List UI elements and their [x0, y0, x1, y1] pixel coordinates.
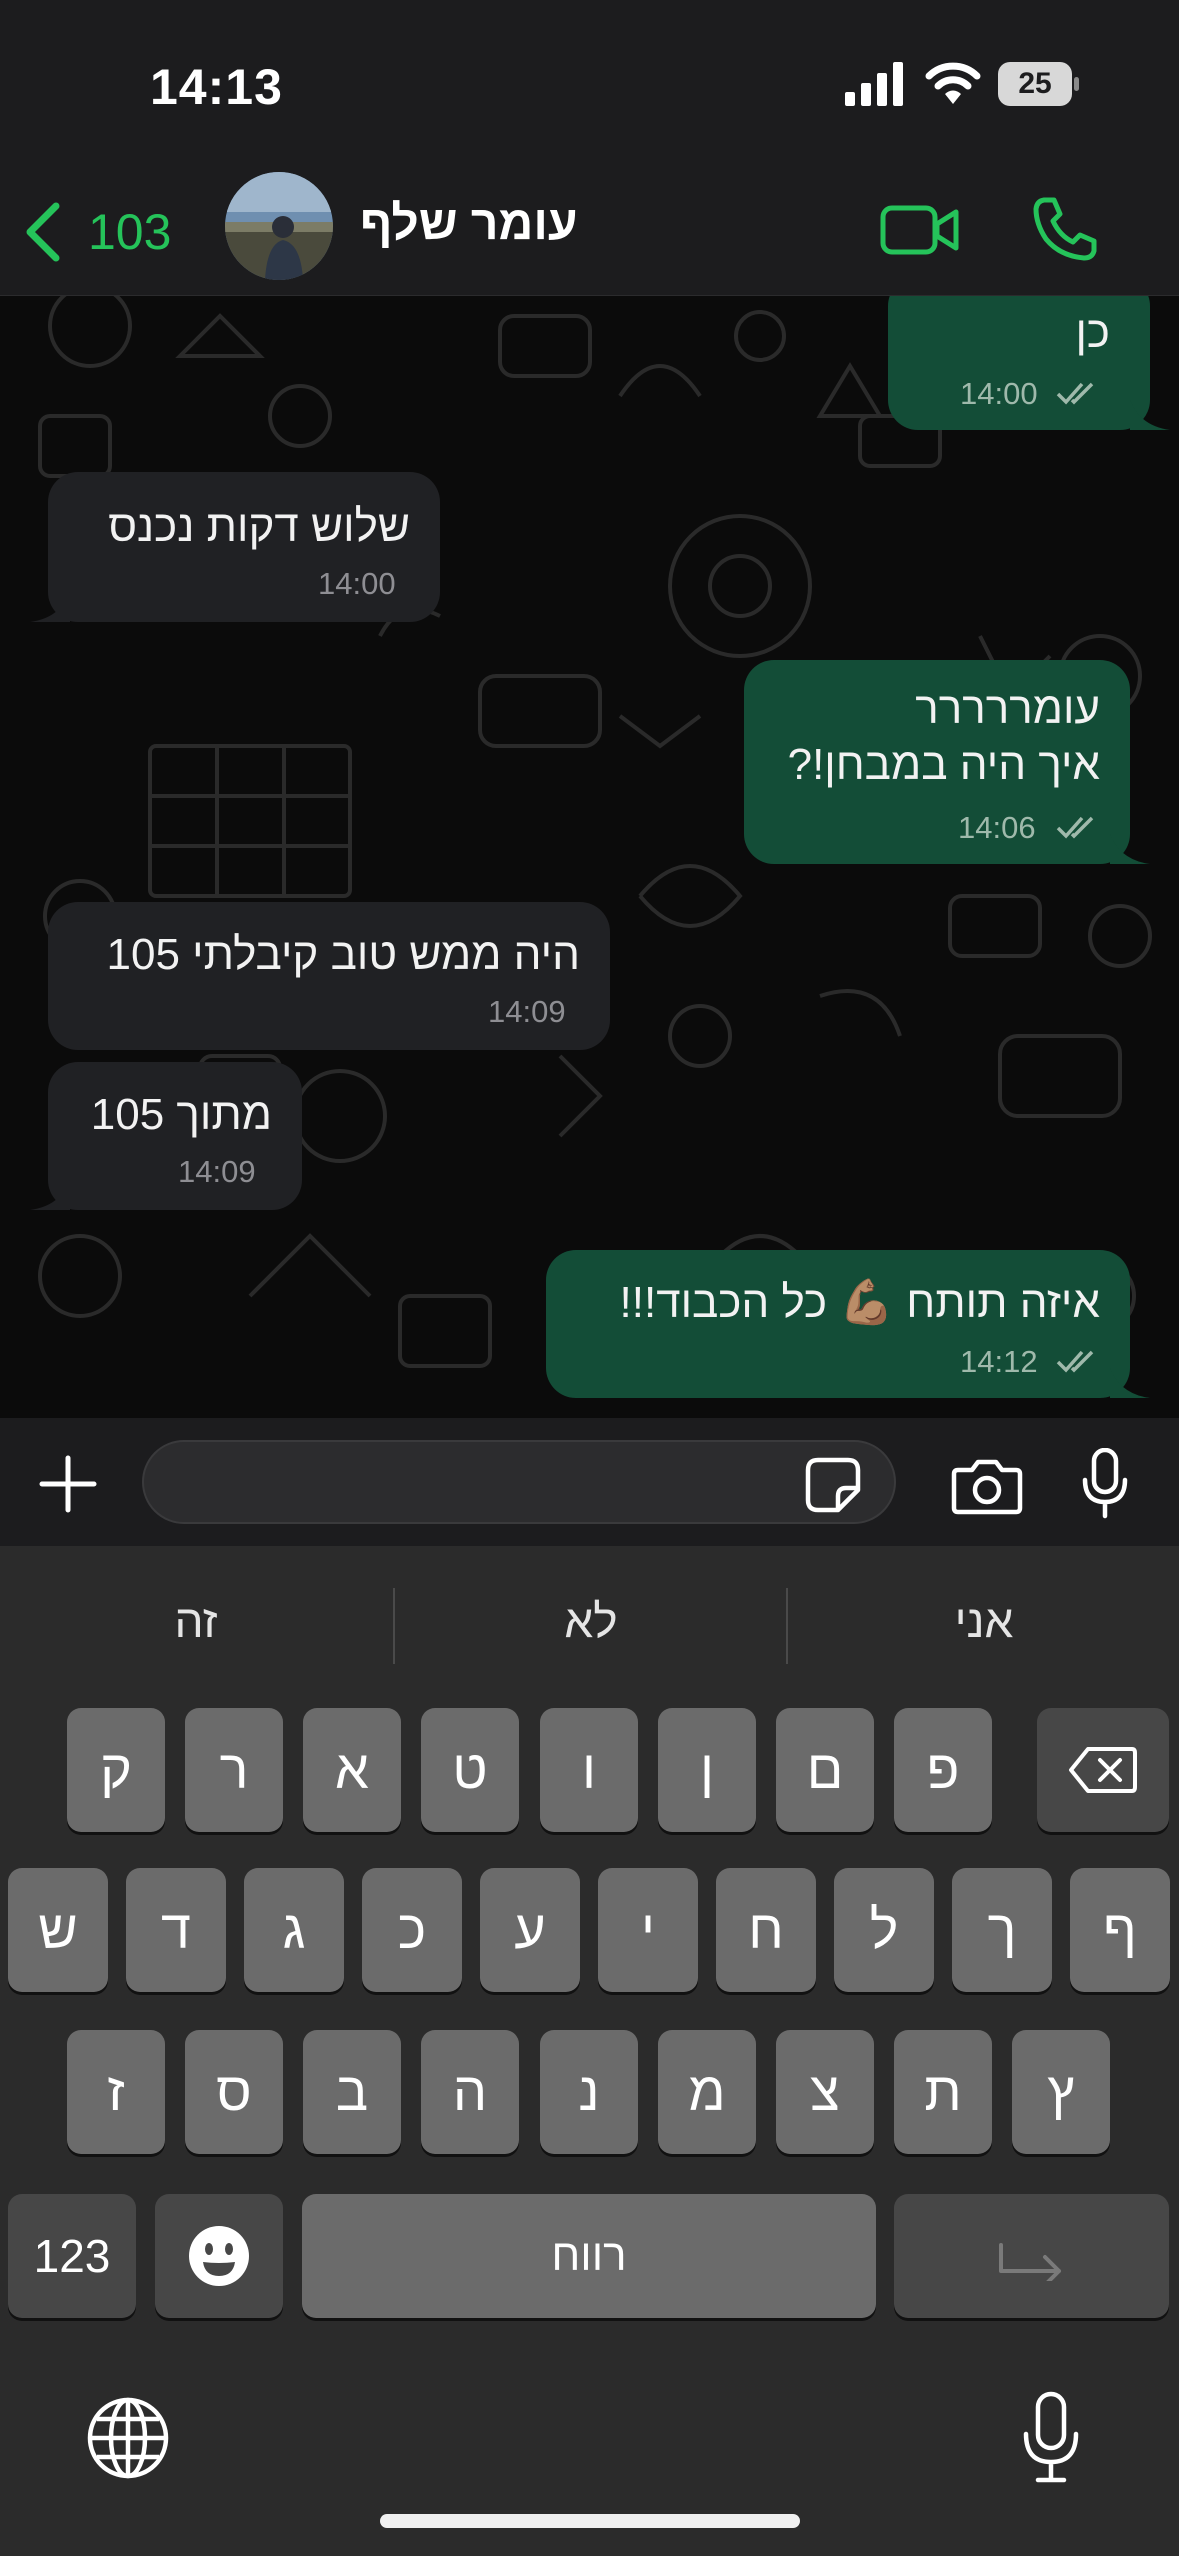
sticker-icon[interactable]	[804, 1456, 862, 1514]
key[interactable]: ד	[126, 1868, 226, 1992]
emoji-key[interactable]	[155, 2194, 283, 2318]
video-call-button[interactable]	[880, 200, 960, 260]
message-time: 14:09	[488, 994, 566, 1029]
key[interactable]: ו	[540, 1708, 638, 1832]
bubble-tail	[1130, 400, 1170, 430]
key[interactable]: צ	[776, 2030, 874, 2154]
key[interactable]: ב	[303, 2030, 401, 2154]
message-bubble-outgoing[interactable]: כן 14:00	[888, 296, 1150, 430]
key[interactable]: מ	[658, 2030, 756, 2154]
key[interactable]: ש	[8, 1868, 108, 1992]
numbers-key[interactable]: 123	[8, 2194, 136, 2318]
attach-plus-button[interactable]	[38, 1454, 98, 1514]
message-text-line-2: איך היה במבחן!?	[787, 740, 1100, 789]
battery-percent: 25	[1018, 67, 1052, 100]
message-time: 14:00	[318, 566, 396, 601]
key[interactable]: ן	[658, 1708, 756, 1832]
bubble-tail	[30, 1180, 70, 1210]
message-time: 14:06	[958, 810, 1036, 845]
key[interactable]: ך	[952, 1868, 1052, 1992]
message-time: 14:12	[960, 1344, 1038, 1379]
voice-message-button[interactable]	[1080, 1448, 1130, 1520]
key[interactable]: ל	[834, 1868, 934, 1992]
contact-name[interactable]: עומר שלף	[360, 196, 578, 251]
key[interactable]: ת	[894, 2030, 992, 2154]
camera-button[interactable]	[950, 1456, 1024, 1516]
message-bubble-incoming[interactable]: מתוך 105 14:09	[48, 1062, 302, 1210]
key[interactable]: י	[598, 1868, 698, 1992]
read-receipt-icon	[1056, 1350, 1094, 1373]
message-text-input[interactable]	[142, 1440, 896, 1524]
home-indicator[interactable]	[380, 2514, 800, 2528]
key[interactable]: ע	[480, 1868, 580, 1992]
status-bar: 14:13 25	[0, 0, 1179, 170]
return-icon	[998, 2243, 1061, 2287]
key[interactable]: פ	[894, 1708, 992, 1832]
phone-call-button[interactable]	[1030, 194, 1100, 264]
message-bubble-outgoing[interactable]: איזה תותח 💪🏽 כל הכבוד!!! 14:12	[546, 1250, 1130, 1398]
read-receipt-icon	[1056, 816, 1094, 839]
key[interactable]: ט	[421, 1708, 519, 1832]
key[interactable]: ה	[421, 2030, 519, 2154]
suggestion-2[interactable]: לא	[395, 1546, 787, 1696]
backspace-icon	[1069, 1747, 1137, 1793]
chat-header: 103 עומר שלף	[0, 170, 1179, 296]
key[interactable]: ס	[185, 2030, 283, 2154]
battery-icon: 25	[998, 62, 1079, 108]
message-list[interactable]: כן 14:00 שלוש דקות נכנס 14:00 עומררררר א…	[0, 296, 1179, 1418]
bubble-tail	[30, 592, 70, 622]
message-bubble-incoming[interactable]: היה ממש טוב קיבלתי 105 14:09	[48, 902, 610, 1050]
emoji-icon	[189, 2226, 249, 2286]
unread-count: 103	[88, 204, 172, 260]
status-time: 14:13	[150, 59, 283, 115]
key[interactable]: ם	[776, 1708, 874, 1832]
bubble-tail	[1110, 1368, 1150, 1398]
suggestion-1[interactable]: זה	[0, 1546, 392, 1696]
key[interactable]: א	[303, 1708, 401, 1832]
key[interactable]: ף	[1070, 1868, 1170, 1992]
key[interactable]: ח	[716, 1868, 816, 1992]
message-bubble-outgoing[interactable]: עומררררר איך היה במבחן!? 14:06	[744, 660, 1130, 864]
key[interactable]: ר	[185, 1708, 283, 1832]
message-text: שלוש דקות נכנס	[108, 502, 410, 551]
return-key[interactable]	[894, 2194, 1169, 2318]
keyboard: זה לא אני ק ר א ט ו ן ם פ ש ד ג כ ע י ח …	[0, 1546, 1179, 2556]
wifi-icon	[925, 62, 981, 104]
message-input-bar	[0, 1418, 1179, 1546]
bubble-tail	[1110, 834, 1150, 864]
globe-icon[interactable]	[85, 2395, 171, 2481]
message-text: כן	[1075, 308, 1110, 357]
back-button[interactable]: 103	[22, 192, 171, 272]
message-time: 14:00	[960, 376, 1038, 411]
space-key[interactable]: רווח	[302, 2194, 876, 2318]
message-text: מתוך 105	[90, 1090, 272, 1139]
read-receipt-icon	[1056, 382, 1094, 405]
avatar[interactable]	[225, 172, 333, 280]
key[interactable]: נ	[540, 2030, 638, 2154]
key[interactable]: ג	[244, 1868, 344, 1992]
backspace-key[interactable]	[1037, 1708, 1169, 1832]
suggestion-3[interactable]: אני	[788, 1546, 1179, 1696]
message-text: איזה תותח 💪🏽 כל הכבוד!!!	[619, 1278, 1100, 1327]
key[interactable]: ק	[67, 1708, 165, 1832]
key[interactable]: ז	[67, 2030, 165, 2154]
cellular-signal-icon	[845, 62, 903, 106]
dictation-mic-icon[interactable]	[1018, 2390, 1084, 2486]
message-bubble-incoming[interactable]: שלוש דקות נכנס 14:00	[48, 472, 440, 622]
chevron-left-icon	[26, 202, 60, 262]
message-time: 14:09	[178, 1154, 256, 1189]
key[interactable]: ץ	[1012, 2030, 1110, 2154]
message-text-line-1: עומררררר	[915, 684, 1100, 733]
key[interactable]: כ	[362, 1868, 462, 1992]
message-text: היה ממש טוב קיבלתי 105	[106, 930, 580, 979]
